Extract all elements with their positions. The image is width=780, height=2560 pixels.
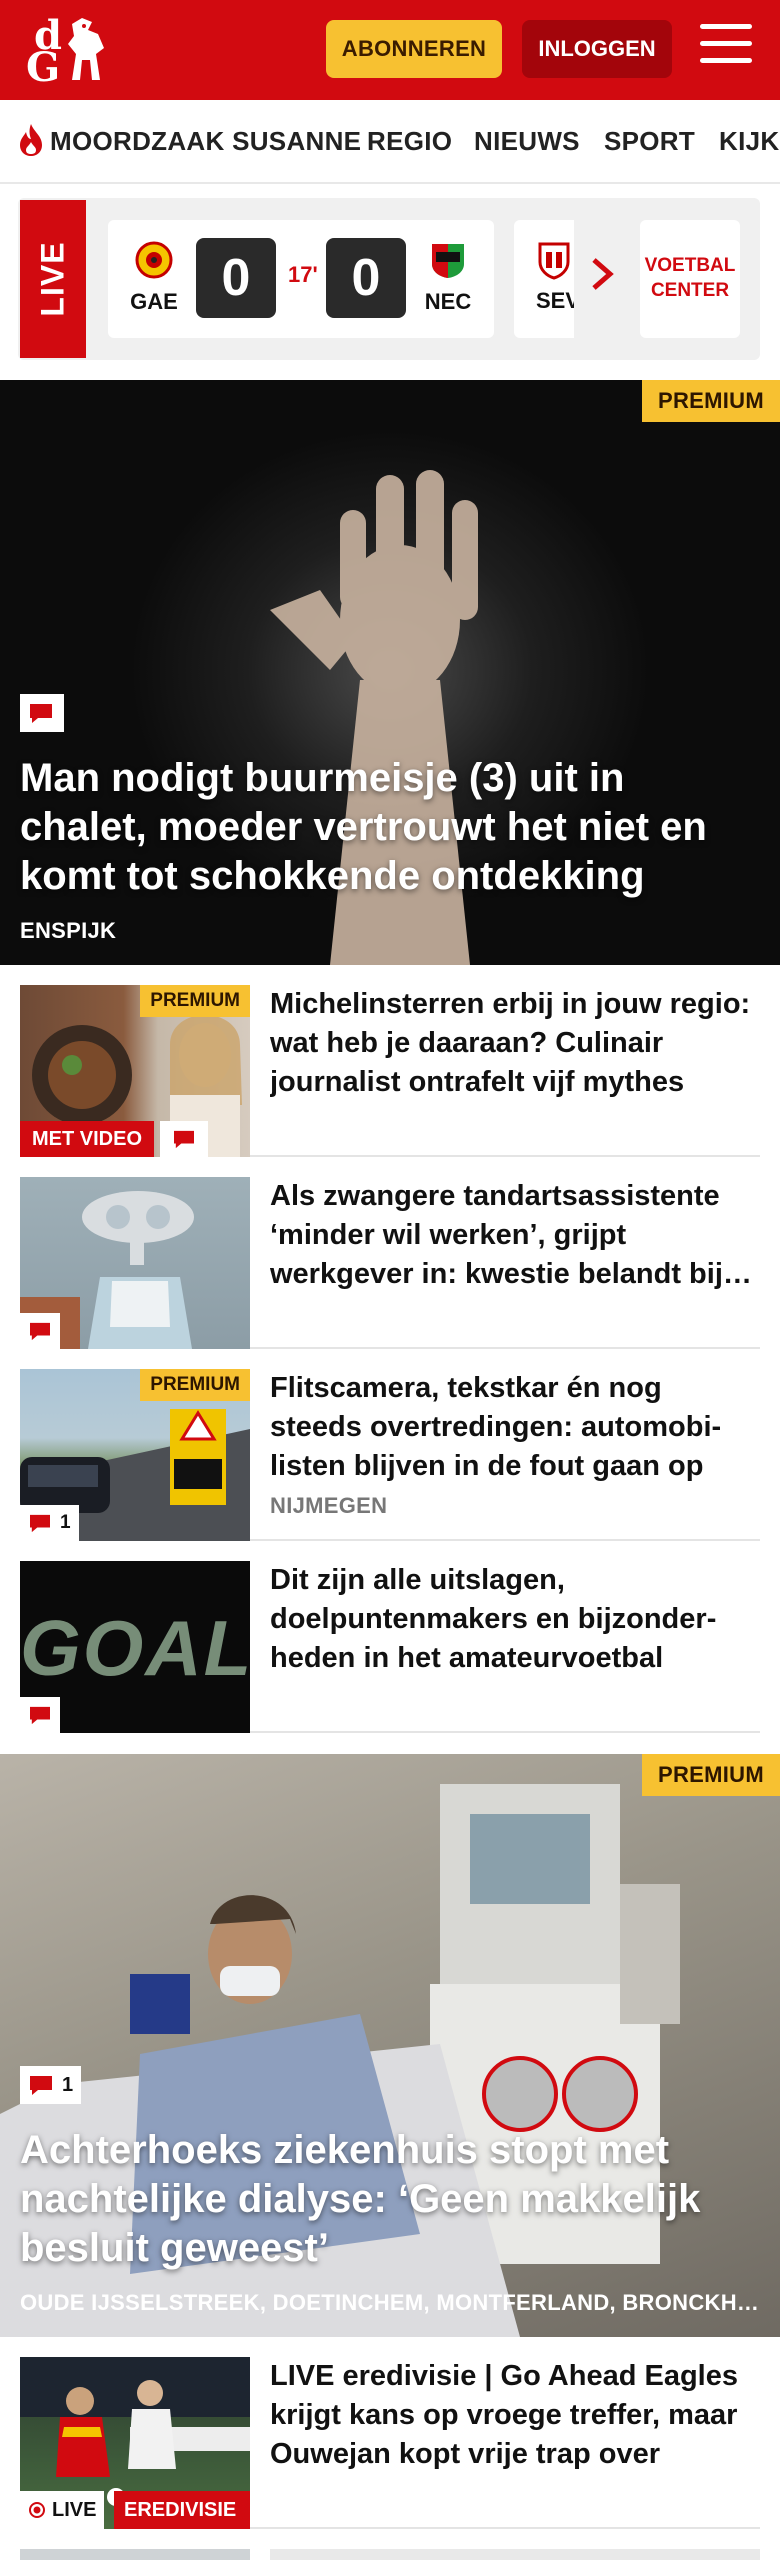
away-score: 0	[326, 238, 406, 318]
hero-article[interactable]: PREMIUM 1 Achterhoeks ziekenhuis stopt m…	[0, 1754, 780, 2337]
comment-count: 1	[62, 2073, 74, 2096]
list-item[interactable]: LIVE EREDIVISIE LIVE eredivisie | Go Ahe…	[20, 2357, 760, 2529]
comment-icon[interactable]	[20, 1697, 60, 1733]
comment-icon[interactable]	[20, 1313, 60, 1349]
next-list-item-partial	[20, 2549, 760, 2560]
home-team-abbr: GAE	[130, 289, 178, 314]
article-thumbnail: PREMIUM MET VIDEO	[20, 985, 250, 1157]
goal-text: GOAL!	[20, 1604, 250, 1692]
sevilla-crest-icon	[538, 242, 570, 280]
section-nav: MOORDZAAK SUSANNE REGIO NIEUWS SPORT KIJ…	[0, 100, 780, 184]
top-header: d G ABONNEREN INLOGGEN	[0, 0, 780, 100]
article-location: NIJMEGEN	[270, 1493, 388, 1518]
comment-icon	[30, 1514, 50, 1533]
nav-item-regio[interactable]: REGIO	[367, 126, 452, 157]
flame-icon	[20, 124, 42, 156]
article-title[interactable]: Dit zijn alle uitslagen, doelpuntenmaker…	[270, 1561, 760, 1678]
comment-icon[interactable]	[20, 694, 64, 732]
voetbal-center-button[interactable]: VOETBAL CENTER	[640, 220, 740, 338]
article-title[interactable]: Flitscamera, tekstkar én nog steeds over…	[270, 1369, 760, 1486]
login-button[interactable]: INLOGGEN	[522, 20, 672, 78]
list-item[interactable]: PREMIUM 1 Flitscamera, tekstkar én nog s…	[20, 1369, 760, 1541]
live-dot-icon	[29, 2502, 45, 2518]
nav-item-sport[interactable]: SPORT	[604, 126, 695, 157]
live-scores-strip: LIVE GAE 0 17' 0 NEC SEV VOETBAL CENTER	[18, 198, 760, 360]
article-thumbnail: LIVE EREDIVISIE	[20, 2357, 250, 2529]
premium-badge: PREMIUM	[642, 1754, 780, 1796]
menu-icon[interactable]	[700, 24, 752, 72]
away-team-abbr: NEC	[424, 289, 472, 314]
hero-title[interactable]: Achterhoeks ziekenhuis stopt met nachtel…	[20, 2126, 760, 2272]
subscribe-button[interactable]: ABONNEREN	[326, 20, 502, 78]
nec-crest-icon	[432, 244, 464, 278]
list-item[interactable]: GOAL! Dit zijn alle uitslagen, doelpunte…	[20, 1561, 760, 1733]
match-minute: 17'	[288, 262, 318, 287]
list-item[interactable]: Als zwangere tandartsassistente ‘minder …	[20, 1177, 760, 1349]
comment-counter[interactable]: 1	[20, 1505, 79, 1541]
live-badge: LIVE	[20, 2491, 105, 2529]
premium-badge: PREMIUM	[140, 985, 250, 1017]
go-ahead-eagles-crest-icon	[135, 241, 173, 279]
live-label: LIVE	[20, 200, 86, 358]
next-match-home-abbr: SEV	[536, 288, 574, 313]
article-thumbnail: PREMIUM 1	[20, 1369, 250, 1541]
next-match-card[interactable]: SEV	[514, 220, 574, 338]
site-logo[interactable]: d G	[22, 10, 112, 91]
nav-item-nieuws[interactable]: NIEUWS	[474, 126, 580, 157]
horse-emblem-icon	[68, 18, 104, 80]
hero-article[interactable]: PREMIUM Man nodigt buurmeisje (3) uit in…	[0, 380, 780, 965]
home-score: 0	[196, 238, 276, 318]
premium-badge: PREMIUM	[140, 1369, 250, 1401]
chevron-right-icon[interactable]	[588, 254, 616, 294]
article-title[interactable]: LIVE eredivisie | Go Ahead Eagles krijgt…	[270, 2357, 760, 2474]
comment-counter[interactable]: 1	[20, 2066, 82, 2104]
category-badge: EREDIVISIE	[114, 2491, 250, 2529]
match-card[interactable]: GAE 0 17' 0 NEC	[108, 220, 494, 338]
article-thumbnail: GOAL!	[20, 1561, 250, 1733]
comment-count: 1	[60, 1512, 71, 1533]
nav-item-kijk[interactable]: KIJK	[719, 126, 779, 157]
hero-title[interactable]: Man nodigt buurmeisje (3) uit in chalet,…	[20, 754, 760, 900]
logo-letter-g: G	[26, 44, 61, 91]
list-item[interactable]: PREMIUM MET VIDEO Michelinsterren erbij …	[20, 985, 760, 1157]
video-badge: MET VIDEO	[20, 1121, 155, 1157]
nav-item-moordzaak-susanne[interactable]: MOORDZAAK SUSANNE	[50, 126, 361, 157]
premium-badge: PREMIUM	[642, 380, 780, 422]
away-team: NEC	[420, 240, 476, 315]
hero-location: ENSPIJK	[20, 918, 117, 943]
home-team: GAE	[126, 240, 182, 315]
article-title[interactable]: Michelinsterren erbij in jouw regio: wat…	[270, 985, 760, 1102]
comment-icon[interactable]	[160, 1121, 208, 1157]
article-thumbnail	[20, 1177, 250, 1349]
article-title[interactable]: Als zwangere tandartsassistente ‘minder …	[270, 1177, 760, 1294]
hero-locations: OUDE IJSSELSTREEK, DOETINCHEM, MONTFERLA…	[20, 2290, 760, 2315]
comment-icon	[30, 2076, 52, 2095]
